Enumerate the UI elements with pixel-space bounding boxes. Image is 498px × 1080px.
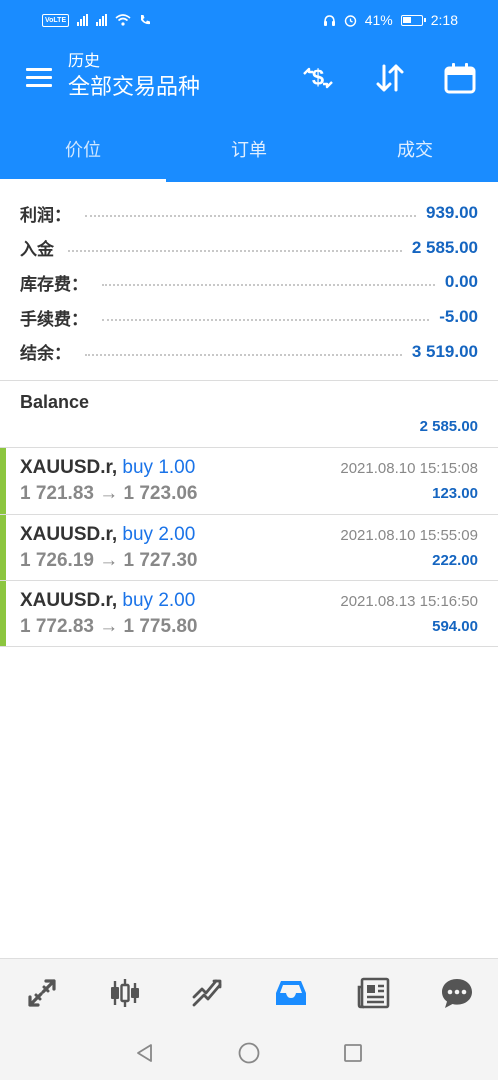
summary-value: 0.00 bbox=[444, 272, 478, 292]
deal-side: buy 1.00 bbox=[122, 457, 196, 478]
dotted-leader bbox=[102, 319, 430, 322]
headset-icon bbox=[323, 14, 335, 26]
summary-row-balance: 结余： 3 519.00 bbox=[0, 334, 498, 369]
deal-time: 2021.08.13 15:16:50 bbox=[340, 593, 478, 610]
summary-label: 入金 bbox=[20, 240, 54, 260]
deal-color-bar bbox=[0, 515, 6, 581]
balance-label: Balance bbox=[20, 392, 90, 412]
deal-color-bar bbox=[0, 448, 6, 514]
deal-prices: 1 726.19 → 1 727.30 bbox=[20, 550, 198, 571]
divider bbox=[0, 646, 498, 647]
system-nav-bar bbox=[0, 1026, 498, 1080]
recents-square-icon[interactable] bbox=[340, 1040, 366, 1066]
deal-symbol-text: XAUUSD.r, bbox=[20, 590, 118, 611]
deal-symbol: XAUUSD.r, buy 1.00 bbox=[20, 457, 195, 479]
summary-row-swap: 库存费： 0.00 bbox=[0, 265, 498, 300]
tab-bar: 价位 订单 成交 bbox=[0, 116, 498, 182]
summary-section: 利润： 939.00 入金 2 585.00 库存费： 0.00 手续费： -5… bbox=[0, 196, 498, 369]
summary-label: 库存费： bbox=[20, 274, 88, 294]
deal-symbol-text: XAUUSD.r, bbox=[20, 457, 118, 478]
deal-side: buy 2.00 bbox=[122, 524, 196, 545]
quotes-arrows-icon[interactable] bbox=[0, 959, 83, 1026]
deal-profit: 222.00 bbox=[432, 552, 478, 569]
status-left: VoLTE bbox=[42, 13, 151, 27]
app-root: VoLTE 41% 2:18 历史 全部交易品种 $ 价位 订单 成交 利润： … bbox=[0, 0, 498, 1080]
divider bbox=[0, 380, 498, 381]
deal-symbol-text: XAUUSD.r, bbox=[20, 524, 118, 545]
menu-icon[interactable] bbox=[26, 68, 52, 88]
dotted-leader bbox=[85, 353, 402, 356]
app-bar-titles: 历史 全部交易品种 bbox=[68, 52, 200, 102]
deal-time: 2021.08.10 15:55:09 bbox=[340, 527, 478, 544]
calendar-icon[interactable] bbox=[442, 60, 478, 96]
summary-value: 3 519.00 bbox=[411, 341, 478, 361]
tab-label: 订单 bbox=[231, 140, 267, 160]
home-circle-icon[interactable] bbox=[236, 1040, 262, 1066]
tab-positions[interactable]: 价位 bbox=[0, 116, 166, 182]
deal-profit: 594.00 bbox=[432, 618, 478, 635]
summary-row-deposit: 入金 2 585.00 bbox=[0, 231, 498, 266]
battery-icon bbox=[400, 14, 426, 26]
page-title[interactable]: 全部交易品种 bbox=[68, 72, 200, 102]
balance-value: 2 585.00 bbox=[419, 418, 478, 435]
bottom-nav bbox=[0, 958, 498, 1026]
signal-2-icon bbox=[96, 14, 108, 26]
summary-label: 利润： bbox=[20, 205, 71, 225]
dotted-leader bbox=[102, 284, 435, 287]
alarm-icon bbox=[344, 14, 356, 27]
summary-value: 2 585.00 bbox=[411, 237, 478, 257]
summary-row-profit: 利润： 939.00 bbox=[0, 196, 498, 231]
summary-value: 939.00 bbox=[426, 203, 478, 223]
app-bar: 历史 全部交易品种 $ bbox=[0, 40, 498, 116]
deal-color-bar bbox=[0, 581, 6, 647]
status-bar: VoLTE 41% 2:18 bbox=[0, 0, 498, 40]
tab-label: 价位 bbox=[65, 140, 101, 160]
page-subtitle: 历史 bbox=[68, 53, 101, 70]
deal-side: buy 2.00 bbox=[122, 590, 196, 611]
signal-icon bbox=[77, 14, 89, 26]
status-right: 41% 2:18 bbox=[323, 12, 458, 28]
summary-row-commission: 手续费： -5.00 bbox=[0, 300, 498, 335]
phone-icon bbox=[141, 15, 151, 25]
back-triangle-icon[interactable] bbox=[132, 1040, 158, 1066]
summary-value: -5.00 bbox=[439, 307, 478, 327]
currency-exchange-icon[interactable]: $ bbox=[300, 60, 336, 96]
history-inbox-icon[interactable] bbox=[249, 959, 332, 1026]
deal-row[interactable]: XAUUSD.r, buy 2.00 1 726.19 → 1 727.30 2… bbox=[0, 515, 498, 581]
volte-badge: VoLTE bbox=[42, 13, 70, 27]
trade-trend-icon[interactable] bbox=[166, 959, 249, 1026]
tab-active-indicator bbox=[0, 179, 166, 182]
tab-orders[interactable]: 订单 bbox=[166, 116, 332, 182]
deal-symbol: XAUUSD.r, buy 2.00 bbox=[20, 590, 195, 612]
balance-entry[interactable]: Balance 2 585.00 bbox=[0, 382, 498, 446]
candlestick-chart-icon[interactable] bbox=[83, 959, 166, 1026]
deal-prices: 1 721.83 → 1 723.06 bbox=[20, 483, 198, 504]
svg-text:$: $ bbox=[312, 65, 324, 90]
news-icon[interactable] bbox=[332, 959, 415, 1026]
deal-profit: 123.00 bbox=[432, 485, 478, 502]
dotted-leader bbox=[68, 249, 402, 252]
wifi-icon bbox=[115, 14, 131, 26]
tab-label: 成交 bbox=[397, 140, 433, 160]
deal-symbol: XAUUSD.r, buy 2.00 bbox=[20, 524, 195, 546]
summary-label: 手续费： bbox=[20, 309, 88, 329]
deal-prices: 1 772.83 → 1 775.80 bbox=[20, 616, 198, 637]
deal-row[interactable]: XAUUSD.r, buy 1.00 1 721.83 → 1 723.06 2… bbox=[0, 448, 498, 514]
deal-row[interactable]: XAUUSD.r, buy 2.00 1 772.83 → 1 775.80 2… bbox=[0, 581, 498, 647]
deal-time: 2021.08.10 15:15:08 bbox=[340, 460, 478, 477]
tab-deals[interactable]: 成交 bbox=[332, 116, 498, 182]
sort-icon[interactable] bbox=[372, 60, 408, 96]
status-time: 2:18 bbox=[430, 12, 458, 28]
battery-percent: 41% bbox=[364, 12, 393, 28]
dotted-leader bbox=[85, 215, 416, 218]
summary-label: 结余： bbox=[20, 344, 71, 364]
chat-icon[interactable] bbox=[415, 959, 498, 1026]
